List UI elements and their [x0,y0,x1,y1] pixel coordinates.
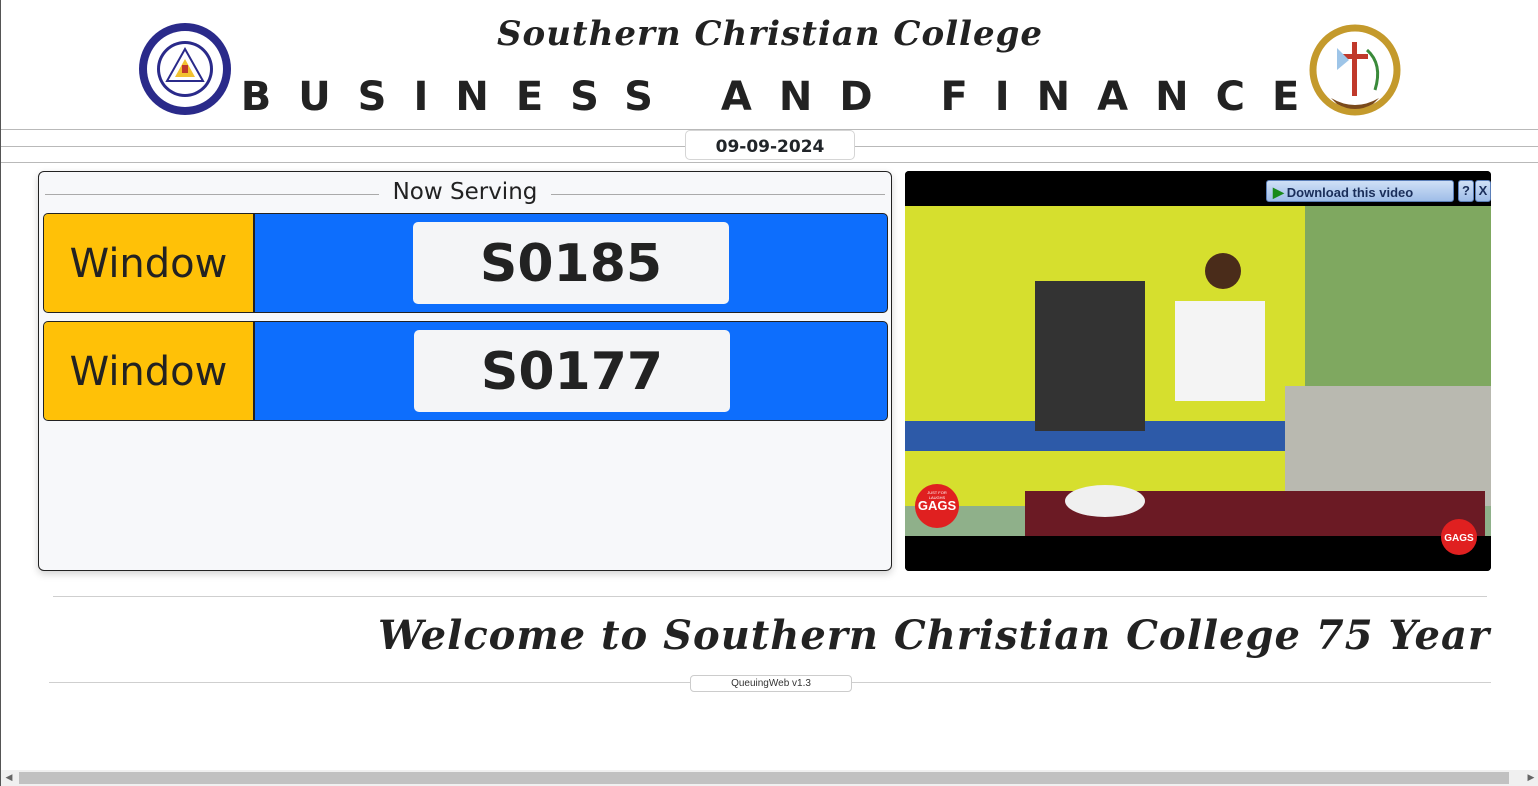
download-video-label: Download this video [1286,185,1414,200]
header-divider-bottom [1,162,1538,163]
download-video-button[interactable]: ▶ Download this video [1266,180,1454,202]
ucc-philippines-cross-icon [1309,24,1401,116]
ticket-number: S0177 [414,330,730,412]
version-label: QueuingWeb v1.3 [690,675,852,692]
welcome-divider-top [53,596,1487,597]
scrollbar-thumb[interactable] [19,772,1509,784]
now-serving-panel: Now Serving Window 3: S0185 Window 4: S0… [38,171,892,571]
close-button[interactable]: X [1475,180,1491,202]
college-name: Southern Christian College [496,14,1044,54]
window-label: Window 4: [44,322,255,420]
ticket-number: S0185 [413,222,729,304]
gags-watermark: GAGS [917,498,957,513]
department-title: BUSINESS AND FINANCE [240,74,1327,120]
gags-watermark-corner: GAGS [1444,533,1474,544]
header: Southern Christian College BUSINESS AND … [1,0,1538,130]
welcome-marquee: Welcome to Southern Christian College 75… [378,612,1490,659]
window-row-3: Window 3: S0185 [43,213,888,313]
window-row-4: Window 4: S0177 [43,321,888,421]
help-button[interactable]: ? [1458,180,1474,202]
scroll-left-icon[interactable]: ◀ [1,770,17,786]
scroll-right-icon[interactable]: ▶ [1523,770,1538,786]
horizontal-scrollbar[interactable]: ◀ ▶ [1,770,1538,786]
window-label: Window 3: [44,214,255,312]
date-display: 09-09-2024 [685,130,855,160]
watermark-small: JUST FOR LAUGHS [927,490,947,500]
serving-title: Now Serving [39,179,891,205]
serving-title-text: Now Serving [378,179,552,205]
download-video-bar: ▶ Download this video ? X [1266,180,1491,204]
video-frame [905,171,1491,571]
video-player[interactable]: GAGS JUST FOR LAUGHS GAGS [905,171,1491,571]
play-icon: ▶ [1273,184,1284,200]
